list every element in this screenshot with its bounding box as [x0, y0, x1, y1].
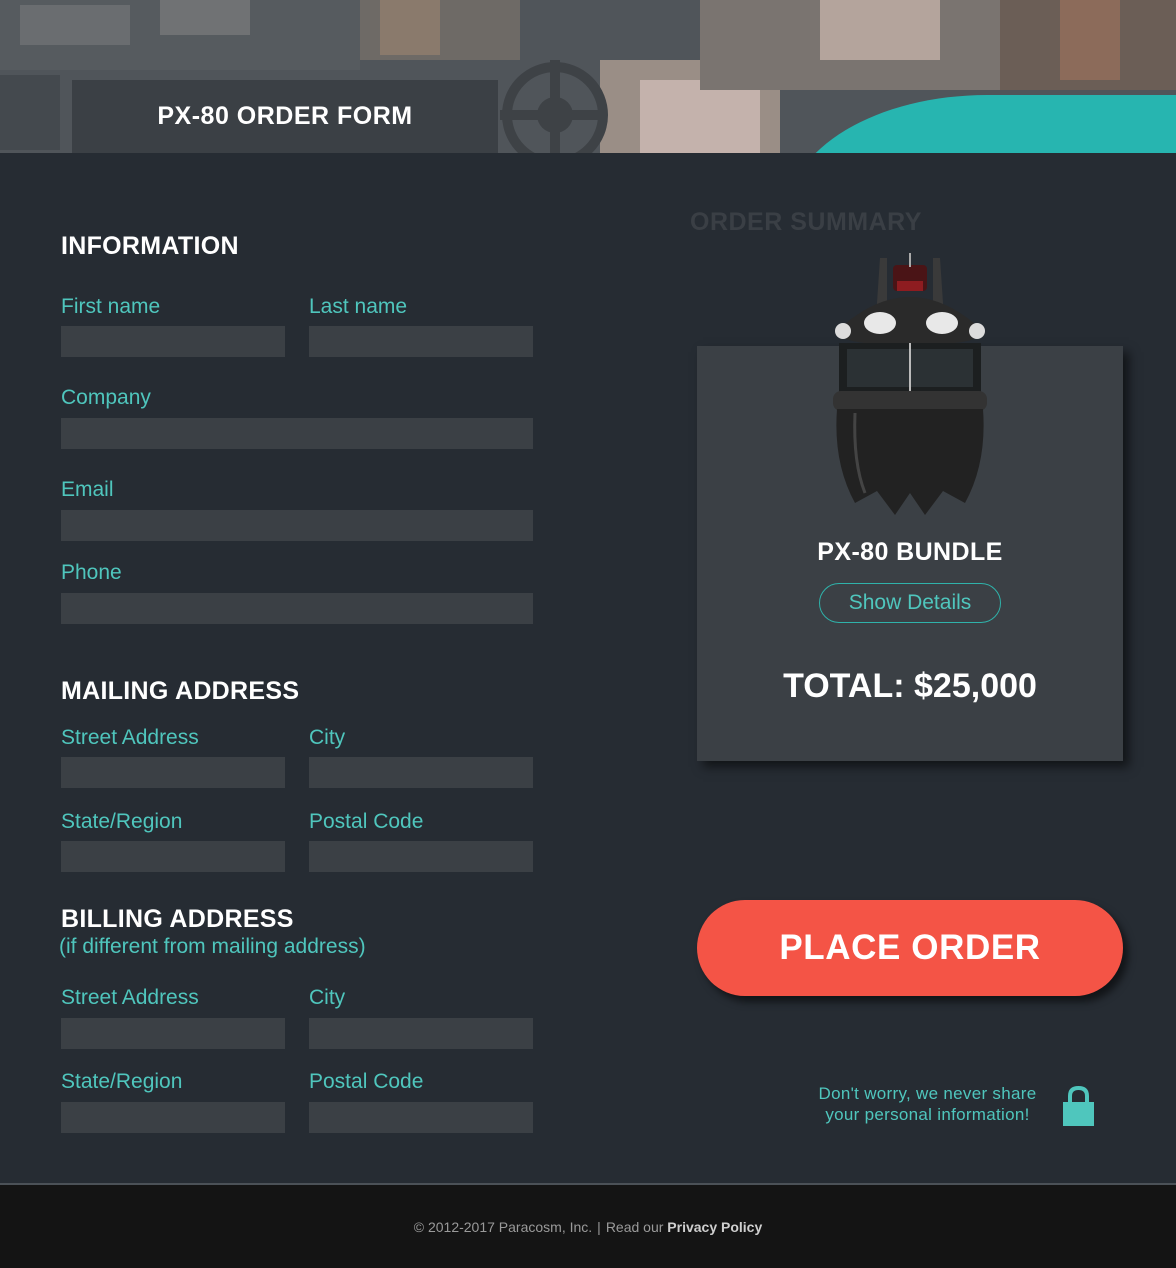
- footer-separator: |: [597, 1218, 601, 1235]
- billing-city-label: City: [309, 986, 346, 1009]
- privacy-note: Don't worry, we never share your persona…: [800, 1083, 1055, 1125]
- mailing-postal-input[interactable]: [309, 841, 533, 872]
- mailing-state-input[interactable]: [61, 841, 285, 872]
- privacy-policy-link[interactable]: Privacy Policy: [667, 1219, 762, 1235]
- information-section-title: INFORMATION: [61, 232, 239, 260]
- billing-postal-label: Postal Code: [309, 1070, 424, 1093]
- billing-address-section-title: BILLING ADDRESS: [61, 905, 294, 933]
- order-total: TOTAL: $25,000: [783, 667, 1037, 705]
- mailing-address-section-title: MAILING ADDRESS: [61, 677, 300, 705]
- billing-state-label: State/Region: [61, 1070, 183, 1093]
- page-title: PX-80 ORDER FORM: [157, 102, 413, 130]
- first-name-label: First name: [61, 295, 161, 318]
- first-name-input[interactable]: [61, 326, 285, 357]
- footer-read-our: Read our: [605, 1218, 664, 1235]
- lock-icon: [1063, 1085, 1094, 1126]
- place-order-button[interactable]: PLACE ORDER: [697, 900, 1123, 996]
- billing-state-input[interactable]: [61, 1102, 285, 1133]
- footer-copyright: © 2012-2017 Paracosm, Inc.: [413, 1218, 593, 1235]
- billing-city-input[interactable]: [309, 1018, 533, 1049]
- mailing-city-label: City: [309, 726, 346, 749]
- billing-street-label: Street Address: [61, 986, 199, 1009]
- mailing-street-input[interactable]: [61, 757, 285, 788]
- mailing-postal-label: Postal Code: [309, 810, 424, 833]
- email-label: Email: [61, 478, 114, 501]
- header-title-box: PX-80 ORDER FORM: [72, 80, 498, 153]
- product-image: [833, 253, 987, 515]
- mailing-city-input[interactable]: [309, 757, 533, 788]
- mailing-street-label: Street Address: [61, 726, 199, 749]
- privacy-note-line-1: Don't worry, we never share: [818, 1084, 1037, 1103]
- billing-postal-input[interactable]: [309, 1102, 533, 1133]
- header-banner: PX-80 ORDER FORM: [0, 0, 1176, 153]
- phone-label: Phone: [61, 561, 122, 584]
- last-name-label: Last name: [309, 295, 408, 318]
- order-summary-heading: ORDER SUMMARY: [690, 208, 922, 236]
- phone-input[interactable]: [61, 593, 533, 624]
- mailing-state-label: State/Region: [61, 810, 183, 833]
- company-input[interactable]: [61, 418, 533, 449]
- privacy-note-line-2: your personal information!: [825, 1105, 1030, 1124]
- company-label: Company: [61, 386, 151, 409]
- billing-address-subtitle: (if different from mailing address): [59, 935, 366, 958]
- show-details-button[interactable]: Show Details: [819, 583, 1001, 623]
- last-name-input[interactable]: [309, 326, 533, 357]
- footer: © 2012-2017 Paracosm, Inc. | Read our Pr…: [0, 1183, 1176, 1268]
- billing-street-input[interactable]: [61, 1018, 285, 1049]
- email-input[interactable]: [61, 510, 533, 541]
- product-name: PX-80 BUNDLE: [817, 538, 1003, 566]
